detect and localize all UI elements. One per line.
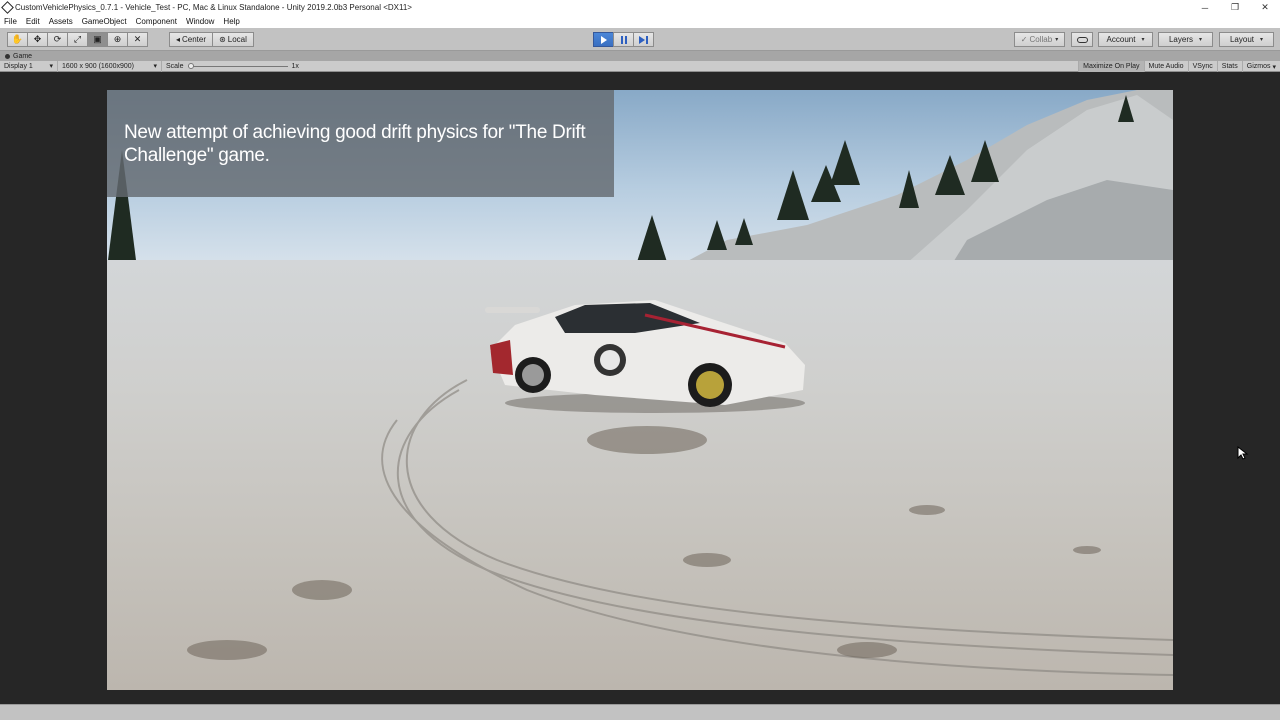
layout-dropdown[interactable]: Layout ▾ (1219, 32, 1274, 47)
pivot-toggles: ◂ Center ⊛ Local (169, 32, 254, 47)
maximize-on-play-toggle[interactable]: Maximize On Play (1078, 61, 1144, 72)
step-icon (639, 35, 648, 44)
chevron-down-icon: ▾ (153, 63, 157, 70)
window-title: CustomVehiclePhysics_0.7.1 - Vehicle_Tes… (15, 3, 412, 12)
menu-window[interactable]: Window (186, 17, 214, 26)
transform-tool-button[interactable]: ⊕ (107, 32, 128, 47)
menu-assets[interactable]: Assets (49, 17, 73, 26)
chevron-down-icon: ▾ (49, 63, 53, 70)
account-group: Account ▾ (1098, 32, 1153, 47)
menu-component[interactable]: Component (136, 17, 177, 26)
minimize-button[interactable]: ─ (1190, 0, 1220, 15)
move-icon: ✥ (33, 34, 42, 44)
play-button[interactable] (593, 32, 614, 47)
cloud-icon (1076, 36, 1088, 43)
pivot-center-button[interactable]: ◂ Center (169, 32, 213, 47)
layers-group: Layers ▾ (1158, 32, 1213, 47)
game-camera-icon (5, 53, 10, 59)
rotate-icon: ⟳ (53, 34, 62, 44)
pause-icon (620, 35, 627, 44)
pivot-local-button[interactable]: ⊛ Local (212, 32, 254, 47)
scale-slider[interactable] (187, 62, 288, 69)
game-view-toggles: Maximize On Play Mute Audio VSync Stats … (1078, 61, 1280, 72)
game-tab-bar: Game (0, 51, 1280, 61)
play-icon (600, 35, 607, 44)
hand-icon: ✋ (11, 34, 24, 44)
gizmos-dropdown[interactable]: Gizmos ▾ (1241, 61, 1280, 72)
move-tool-button[interactable]: ✥ (27, 32, 48, 47)
collab-button[interactable]: ✓ Collab ▾ (1014, 32, 1065, 47)
layers-dropdown[interactable]: Layers ▾ (1158, 32, 1213, 47)
main-toolbar: ✋ ✥ ⟳ ⤢ ▣ ⊕ ✕ ◂ Center ⊛ Local ✓ Collab ▾ Ac… (0, 28, 1280, 51)
menu-gameobject[interactable]: GameObject (82, 17, 127, 26)
transform-icon: ⊕ (113, 34, 122, 44)
scale-tool-button[interactable]: ⤢ (67, 32, 88, 47)
menu-file[interactable]: File (4, 17, 17, 26)
caption-text: New attempt of achieving good drift phys… (124, 122, 586, 166)
status-bar (0, 704, 1280, 720)
menu-help[interactable]: Help (223, 17, 239, 26)
rect-icon: ▣ (93, 34, 102, 44)
chevron-down-icon: ▾ (1199, 37, 1203, 43)
layout-group: Layout ▾ (1219, 32, 1274, 47)
unity-logo-icon (1, 1, 14, 14)
game-view-controls: Display 1 ▾ 1600 x 900 (1600x900) ▾ Scale … (0, 60, 1280, 72)
scale-label: Scale (166, 62, 184, 70)
scale-slider-handle[interactable] (187, 62, 194, 69)
game-viewport[interactable]: New attempt of achieving good drift phys… (107, 90, 1173, 690)
stats-toggle[interactable]: Stats (1216, 61, 1242, 72)
scale-icon: ⤢ (73, 34, 82, 44)
caption-overlay: New attempt of achieving good drift phys… (107, 90, 614, 197)
chevron-down-icon: ▾ (1055, 37, 1059, 43)
playmode-controls (593, 32, 654, 47)
custom-tool-button[interactable]: ✕ (127, 32, 148, 47)
rotate-tool-button[interactable]: ⟳ (47, 32, 68, 47)
chevron-down-icon: ▾ (1260, 37, 1264, 43)
pause-button[interactable] (613, 32, 634, 47)
cloud-button[interactable] (1071, 32, 1093, 47)
chevron-down-icon: ▾ (1141, 37, 1145, 43)
scale-control: Scale 1x (162, 61, 303, 72)
window-title-bar: CustomVehiclePhysics_0.7.1 - Vehicle_Tes… (0, 0, 1280, 15)
menu-edit[interactable]: Edit (26, 17, 40, 26)
close-button[interactable]: ✕ (1250, 0, 1280, 15)
display-dropdown[interactable]: Display 1 ▾ (0, 60, 58, 72)
restore-button[interactable]: ❐ (1220, 0, 1250, 15)
account-dropdown[interactable]: Account ▾ (1098, 32, 1153, 47)
window-controls: ─ ❐ ✕ (1190, 0, 1280, 15)
tab-game[interactable]: Game (5, 53, 32, 60)
custom-tool-icon: ✕ (133, 34, 142, 44)
mute-audio-toggle[interactable]: Mute Audio (1143, 61, 1188, 72)
local-icon: ⊛ (219, 35, 226, 44)
collab-group: ✓ Collab ▾ (1014, 32, 1065, 47)
vsync-toggle[interactable]: VSync (1187, 61, 1217, 72)
menu-bar: File Edit Assets GameObject Component Wi… (0, 15, 1280, 28)
scale-value: 1x (291, 62, 299, 70)
resolution-dropdown[interactable]: 1600 x 900 (1600x900) ▾ (58, 60, 162, 72)
pivot-icon: ◂ (175, 35, 180, 44)
hand-tool-button[interactable]: ✋ (7, 32, 28, 47)
transform-tools: ✋ ✥ ⟳ ⤢ ▣ ⊕ ✕ (7, 32, 148, 47)
check-icon: ✓ (1020, 35, 1028, 44)
step-button[interactable] (633, 32, 654, 47)
white-sports-car (485, 300, 805, 413)
mouse-cursor-icon (1237, 446, 1249, 460)
game-view: New attempt of achieving good drift phys… (0, 72, 1280, 704)
cloud-group (1071, 32, 1093, 47)
chevron-down-icon: ▾ (1272, 63, 1276, 71)
rect-tool-button[interactable]: ▣ (87, 32, 108, 47)
